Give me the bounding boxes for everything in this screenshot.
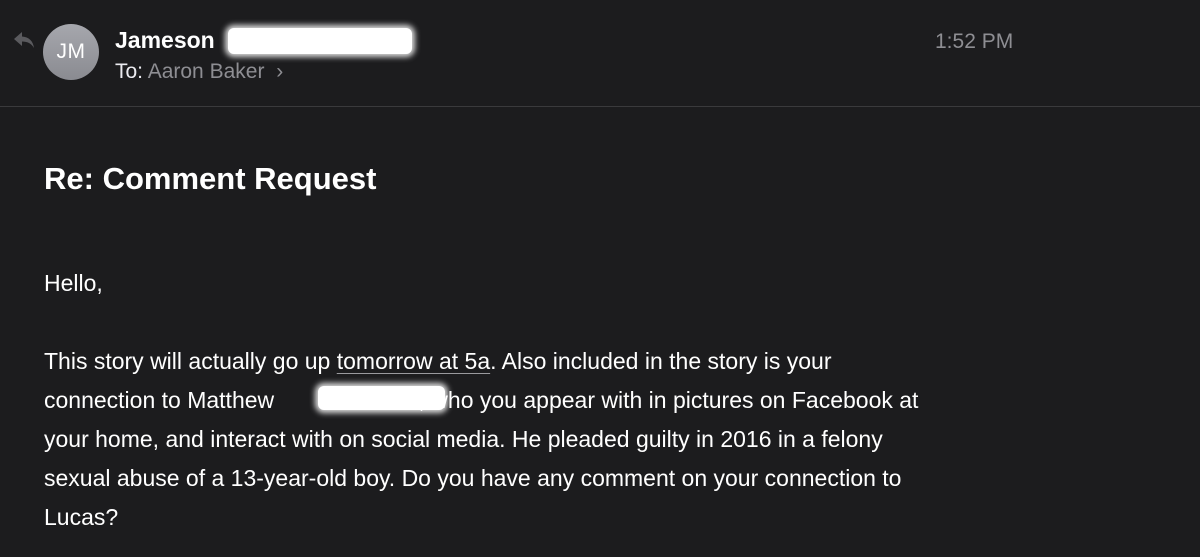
- avatar[interactable]: JM: [43, 24, 99, 80]
- body-text-segment: . Also included in the story is your: [490, 348, 832, 374]
- body-text-segment: connection to Matthew: [44, 387, 281, 413]
- recipient-line[interactable]: To: Aaron Baker ›: [115, 59, 283, 85]
- to-label: To:: [115, 60, 144, 83]
- avatar-initials: JM: [56, 40, 86, 63]
- body-line: connection to Matthew , who you appear w…: [44, 381, 1044, 420]
- body-text-segment: This story will actually go up: [44, 348, 337, 374]
- redaction-mark: [318, 386, 445, 410]
- body-line: sexual abuse of a 13-year-old boy. Do yo…: [44, 465, 902, 491]
- body-line: your home, and interact with on social m…: [44, 426, 883, 452]
- email-greeting: Hello,: [44, 270, 103, 296]
- date-link[interactable]: tomorrow at 5a: [337, 348, 490, 374]
- body-text-segment: , who you appear with in pictures on Fac…: [418, 387, 919, 413]
- email-body: This story will actually go up tomorrow …: [44, 342, 1044, 537]
- reply-icon[interactable]: [12, 30, 36, 50]
- chevron-right-icon[interactable]: ›: [276, 60, 283, 83]
- timestamp: 1:52 PM: [935, 30, 1014, 53]
- email-subject: Re: Comment Request: [44, 161, 377, 196]
- body-line: This story will actually go up tomorrow …: [44, 342, 1044, 381]
- recipient-name[interactable]: Aaron Baker: [148, 60, 265, 83]
- sender-name[interactable]: Jameson: [115, 26, 215, 54]
- redaction-mark: [228, 28, 412, 54]
- email-header: JM Jameson To: Aaron Baker › 1:52 PM: [0, 0, 1200, 107]
- body-line: Lucas?: [44, 504, 119, 530]
